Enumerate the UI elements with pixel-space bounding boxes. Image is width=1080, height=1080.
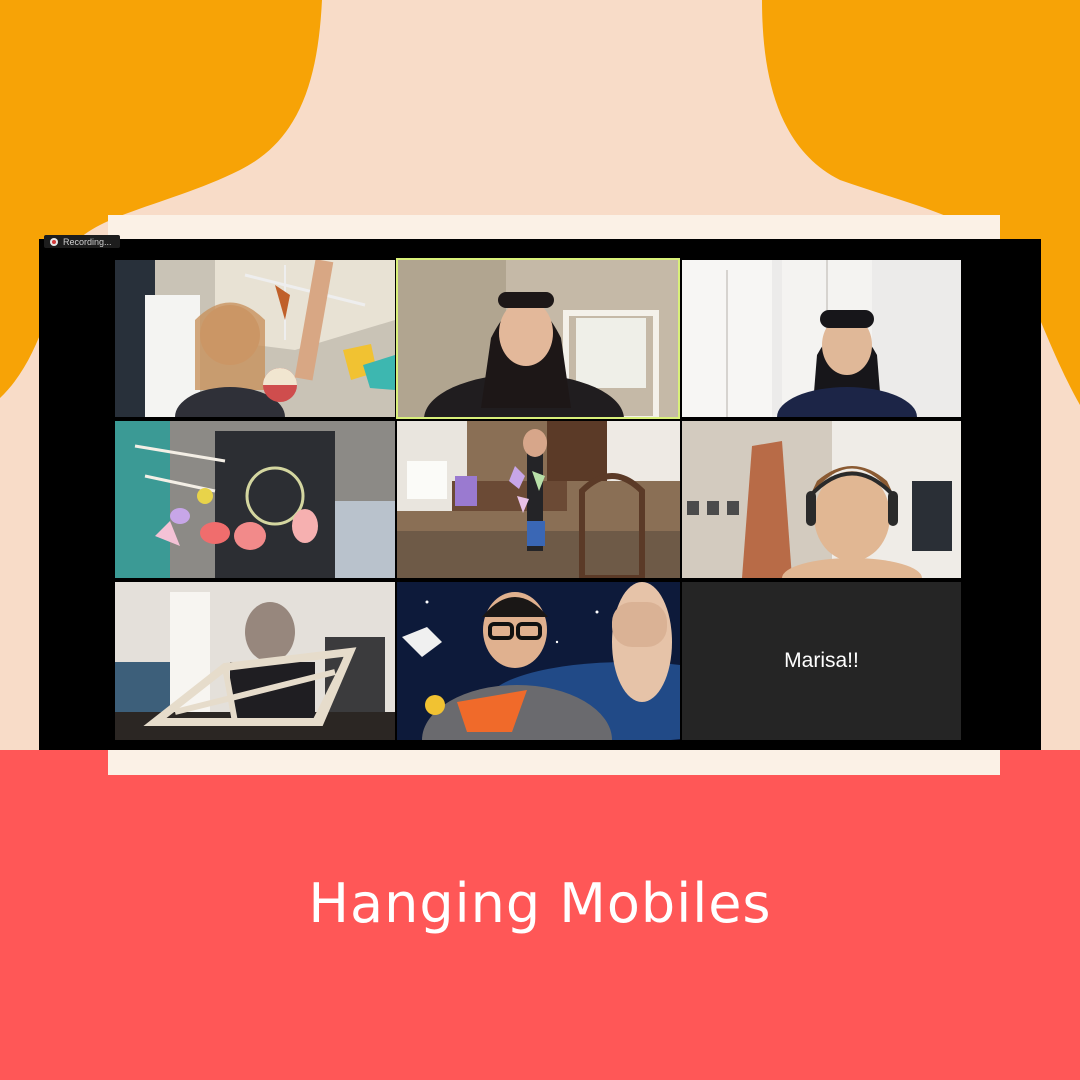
recording-label: Recording... — [63, 236, 112, 247]
video-tile-7[interactable] — [115, 582, 395, 740]
video-tile-8[interactable] — [397, 582, 680, 740]
participant-video — [396, 258, 680, 419]
participant-video — [115, 421, 395, 578]
caption-title: Hanging Mobiles — [308, 872, 772, 935]
participant-name: Marisa!! — [784, 649, 859, 672]
video-tile-2[interactable] — [396, 258, 680, 419]
participant-video — [682, 421, 961, 578]
video-tile-3[interactable] — [682, 260, 961, 417]
video-tile-4[interactable] — [115, 421, 395, 578]
video-tile-1[interactable] — [115, 260, 395, 417]
video-tile-5[interactable] — [397, 421, 680, 578]
video-tile-9[interactable]: Marisa!! — [682, 582, 961, 740]
participant-video — [397, 582, 680, 740]
video-tile-6[interactable] — [682, 421, 961, 578]
participant-video — [682, 260, 961, 417]
participant-video — [115, 260, 395, 417]
participant-video — [115, 582, 395, 740]
record-icon — [50, 237, 58, 246]
participant-video — [397, 421, 680, 578]
promo-graphic: Recording... Marisa!! Hanging Mobiles — [0, 0, 1080, 1080]
recording-indicator[interactable]: Recording... — [44, 235, 120, 248]
